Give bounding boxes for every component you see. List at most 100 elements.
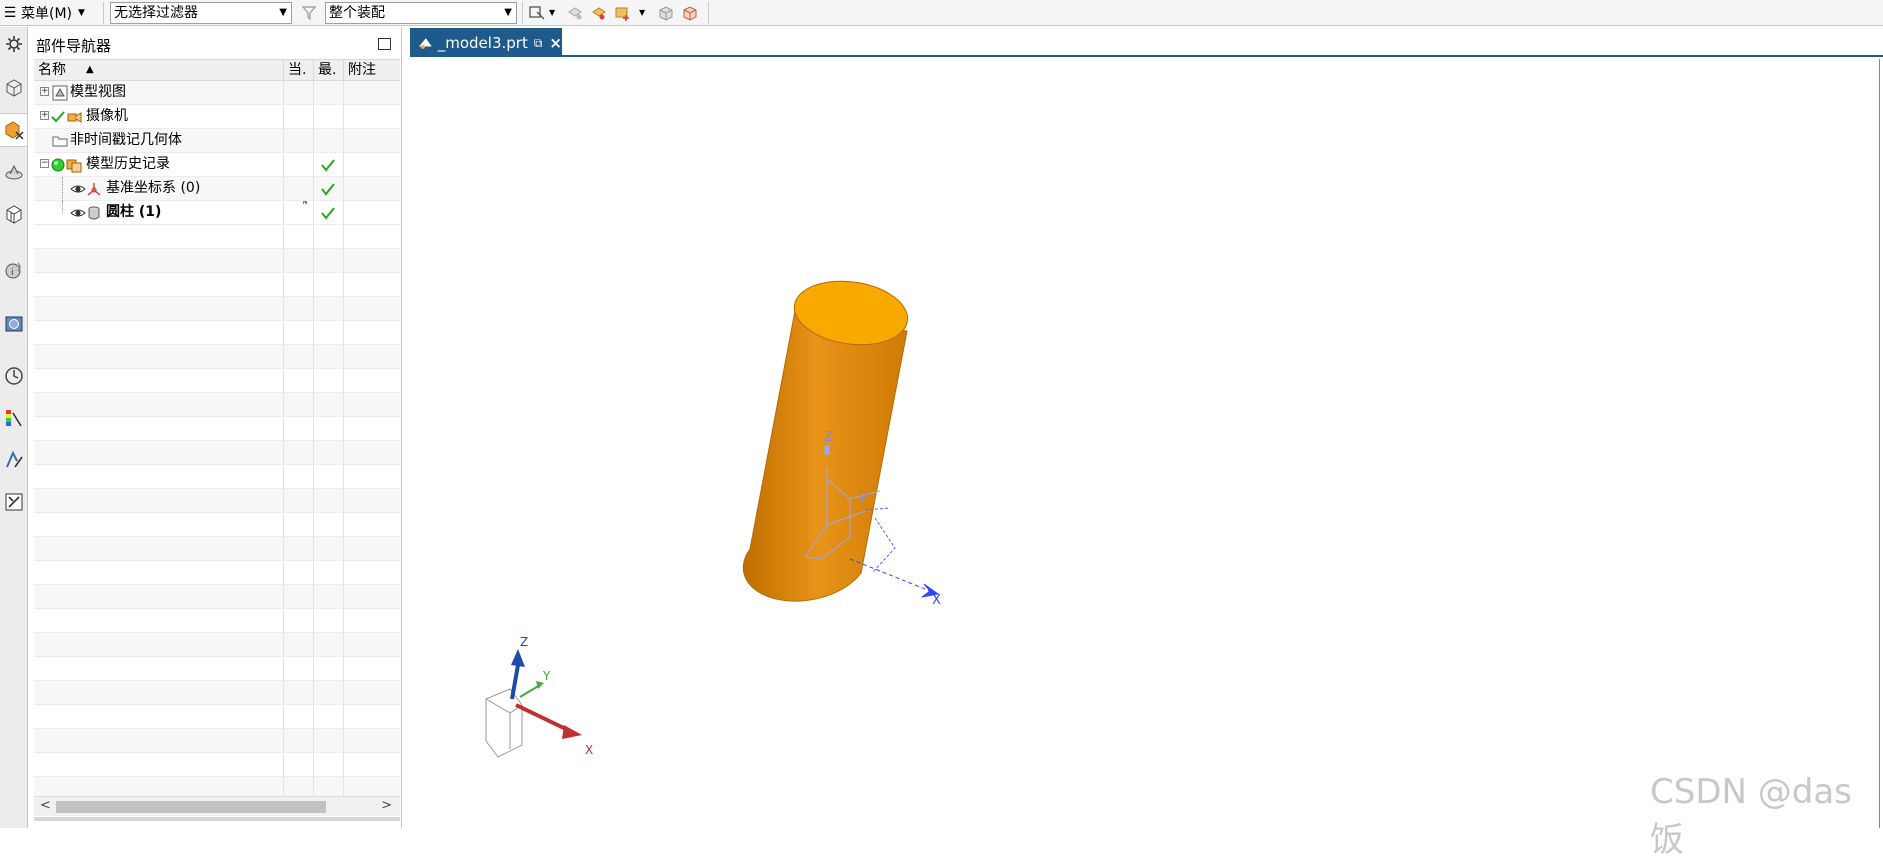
column-header-latest[interactable]: 最. — [314, 60, 344, 80]
chevron-down-icon: ▼ — [504, 7, 512, 18]
latest-check-icon — [320, 181, 336, 197]
empty-tree-row — [34, 705, 400, 729]
part-navigator-icon[interactable] — [0, 113, 27, 147]
folder-icon — [52, 133, 68, 149]
selection-filter-dropdown[interactable]: 无选择过滤器 ▼ — [110, 2, 292, 24]
csys-y-label: Y — [858, 493, 867, 508]
tree-item-label: 模型视图 — [70, 84, 126, 100]
column-header-comments[interactable]: 附注 — [344, 60, 400, 80]
check-icon[interactable] — [50, 109, 66, 125]
csys-x-label: X — [932, 593, 941, 608]
history-icon[interactable] — [0, 359, 27, 393]
eye-icon[interactable] — [70, 205, 86, 221]
point-icon[interactable] — [590, 4, 608, 22]
horizontal-scrollbar[interactable]: < > — [34, 796, 400, 816]
empty-tree-row — [34, 513, 400, 537]
latest-check-icon — [320, 205, 336, 221]
empty-tree-row — [34, 273, 400, 297]
empty-tree-row — [34, 681, 400, 705]
empty-tree-row — [34, 465, 400, 489]
tree-row-model-history[interactable]: − 模型历史记录 — [34, 153, 400, 177]
graphics-viewport[interactable]: Z Y X Z Y X — [410, 59, 1880, 828]
maximize-icon[interactable] — [378, 38, 391, 50]
column-header-name[interactable]: 名称 ▲ — [34, 60, 284, 80]
view-triad[interactable] — [485, 649, 582, 758]
tree-row-cameras[interactable]: + 摄像机 — [34, 105, 400, 129]
selection-filter-value: 无选择过滤器 — [114, 5, 198, 21]
close-icon[interactable]: × — [549, 29, 562, 57]
scroll-right-icon[interactable]: > — [381, 798, 392, 813]
datum-csys-icon — [86, 181, 102, 197]
eye-icon[interactable] — [70, 181, 86, 197]
triad-x-label: X — [585, 743, 593, 757]
empty-tree-row — [34, 585, 400, 609]
cylinder-body[interactable] — [742, 310, 908, 602]
panel-bottom-edge — [34, 817, 400, 821]
assembly-scope-dropdown[interactable]: 整个装配 ▼ — [325, 2, 517, 24]
chevron-down-icon[interactable]: ▼ — [639, 8, 645, 17]
empty-tree-row — [34, 561, 400, 585]
expand-icon[interactable]: + — [40, 87, 49, 96]
settings-icon[interactable] — [0, 27, 27, 61]
web-browser-icon[interactable] — [0, 307, 27, 341]
visualization-icon[interactable] — [0, 401, 27, 435]
chevron-down-icon[interactable]: ▼ — [549, 8, 555, 17]
tree-item-label: 摄像机 — [86, 108, 128, 124]
cylinder-icon — [86, 205, 102, 221]
model-view-icon — [52, 85, 68, 101]
status-dot-icon — [50, 157, 66, 173]
empty-tree-row — [34, 249, 400, 273]
empty-tree-row — [34, 417, 400, 441]
menu-icon: ☰ — [3, 5, 17, 21]
empty-tree-row — [34, 633, 400, 657]
empty-tree-row — [34, 729, 400, 753]
top-toolbar: ☰ 菜单(M) ▼ 无选择过滤器 ▼ 整个装配 ▼ ▼ ▼ — [0, 0, 1883, 26]
empty-tree-row — [34, 537, 400, 561]
reuse-library-icon[interactable] — [0, 197, 27, 231]
empty-tree-row — [34, 441, 400, 465]
snap-select-icon[interactable] — [528, 4, 546, 22]
section-box-icon[interactable] — [681, 4, 699, 22]
expand-icon[interactable]: + — [40, 111, 49, 120]
filter-icon[interactable] — [300, 4, 318, 22]
latest-check-icon — [320, 157, 336, 173]
menu-label: 菜单(M) — [21, 6, 73, 22]
tree-row-model-views[interactable]: + 模型视图 — [34, 81, 400, 105]
tree-item-label: 非时间戳记几何体 — [70, 132, 182, 148]
tree-row-cylinder[interactable]: 圆柱 (1) ᴱ — [34, 201, 400, 225]
tree-row-datum-csys[interactable]: 基准坐标系 (0) — [34, 177, 400, 201]
history-folder-icon — [66, 157, 82, 173]
resource-bar: i — [0, 27, 28, 828]
assembly-scope-value: 整个装配 — [329, 5, 385, 21]
empty-tree-row — [34, 753, 400, 777]
watermark-text: CSDN @das饭 — [1650, 772, 1852, 860]
empty-tree-row — [34, 345, 400, 369]
svg-text:i: i — [11, 268, 14, 278]
chevron-down-icon: ▼ — [279, 7, 287, 18]
tree-item-label: 模型历史记录 — [86, 156, 170, 172]
scrollbar-thumb[interactable] — [56, 801, 326, 813]
manufacturing-wizard-icon[interactable] — [0, 485, 27, 519]
tree-rows: + 模型视图 + 摄像机 非时间戳记几何体 − 模型历史记录 基准坐标系 (0)… — [34, 81, 400, 225]
hd3d-icon[interactable]: i — [0, 253, 27, 287]
process-studio-icon[interactable] — [0, 443, 27, 477]
component-icon[interactable] — [566, 4, 584, 22]
column-header-current[interactable]: 当. — [284, 60, 314, 80]
tab-model3[interactable]: _model3.prt ⧉ × — [410, 28, 562, 57]
triad-z-label: Z — [520, 635, 528, 649]
empty-tree-row — [34, 369, 400, 393]
empty-tree-row — [34, 657, 400, 681]
model-scene[interactable]: Z Y X Z Y X — [410, 59, 1880, 828]
part-file-icon — [418, 37, 432, 49]
menu-button[interactable]: ☰ 菜单(M) ▼ — [2, 2, 85, 24]
sort-ascending-icon: ▲ — [86, 64, 94, 75]
constraint-navigator-icon[interactable] — [0, 155, 27, 189]
tree-row-unused-items[interactable]: 非时间戳记几何体 — [34, 129, 400, 153]
pin-icon[interactable]: ⧉ — [534, 29, 543, 57]
assembly-navigator-icon[interactable] — [0, 71, 27, 105]
shaded-box-icon[interactable] — [657, 4, 675, 22]
view-icon[interactable] — [614, 4, 632, 22]
collapse-icon[interactable]: − — [40, 159, 49, 168]
scroll-left-icon[interactable]: < — [40, 798, 51, 813]
triad-y-label: Y — [542, 669, 551, 683]
